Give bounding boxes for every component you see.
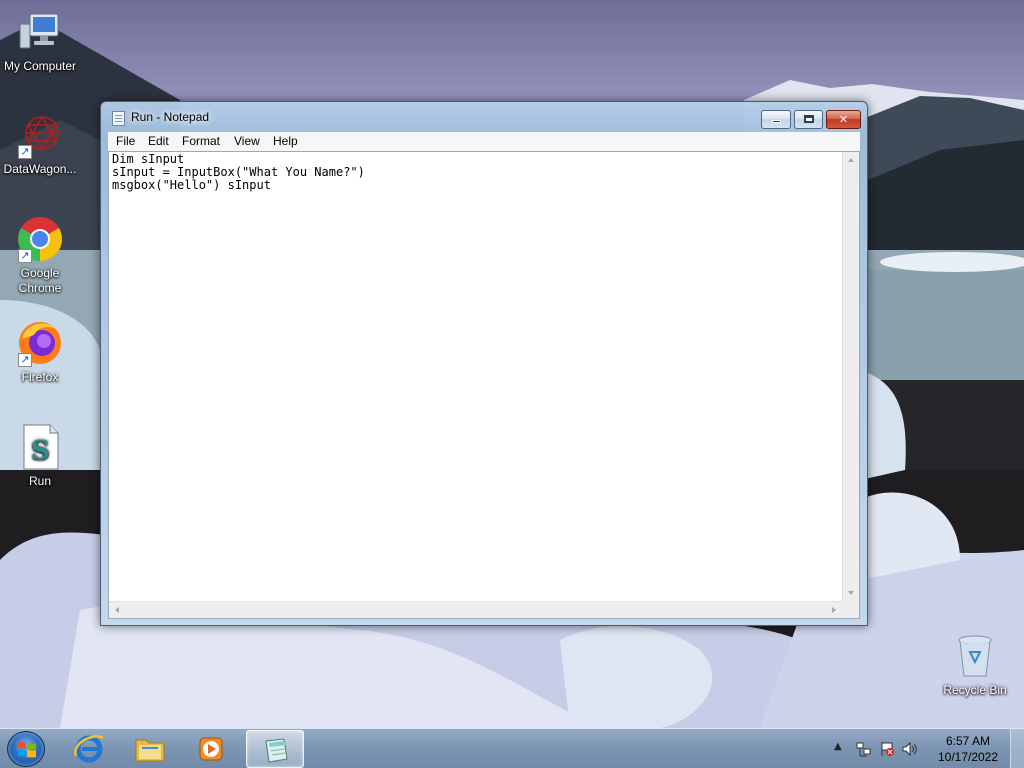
desktop-icon-firefox[interactable]: ↗ Firefox (0, 319, 80, 385)
show-hidden-icons-icon[interactable]: ▲ (834, 741, 850, 757)
menu-format[interactable]: Format (182, 134, 220, 148)
close-button[interactable]: ✕ (826, 110, 861, 129)
taskbar-windows-explorer[interactable] (121, 730, 179, 768)
desktop-icon-label: Recycle Bin (943, 683, 1007, 697)
notepad-icon (112, 111, 125, 126)
desktop-icon-label: My Computer (3, 59, 77, 73)
firefox-icon: ↗ (16, 319, 64, 367)
recycle-bin-icon (951, 632, 999, 680)
menu-view[interactable]: View (234, 134, 260, 148)
desktop-icon-google-chrome[interactable]: ↗ Google Chrome (0, 215, 80, 296)
shortcut-arrow-icon: ↗ (18, 145, 32, 159)
minimize-icon (771, 120, 781, 123)
media-player-icon (195, 734, 227, 764)
desktop-icon-run[interactable]: S Run (0, 423, 80, 489)
minimize-button[interactable] (761, 110, 791, 129)
computer-icon (16, 8, 64, 56)
start-button[interactable] (7, 731, 45, 767)
chrome-icon: ↗ (16, 215, 64, 263)
scroll-down-icon[interactable] (848, 591, 854, 595)
folder-icon (134, 734, 166, 764)
desktop-icon-label: Firefox (21, 370, 59, 384)
clock-date: 10/17/2022 (937, 750, 999, 764)
maximize-icon (803, 115, 814, 123)
notepad-window[interactable]: Run - Notepad ✕ File Edit Format View He… (100, 101, 868, 626)
desktop-icon-label: Run (28, 474, 51, 488)
desktop-icon-datawagon[interactable]: ↗ DataWagon... (0, 111, 80, 177)
datawagon-icon: ↗ (16, 111, 64, 159)
clock-time: 6:57 AM (945, 734, 991, 748)
shortcut-arrow-icon: ↗ (18, 249, 32, 263)
show-desktop-button[interactable] (1010, 729, 1024, 768)
window-title: Run - Notepad (131, 110, 210, 124)
svg-text:S: S (31, 436, 50, 466)
scroll-right-icon[interactable] (832, 607, 836, 613)
maximize-button[interactable] (794, 110, 823, 129)
scroll-up-icon[interactable] (848, 158, 854, 162)
vertical-scrollbar[interactable] (842, 152, 859, 601)
notepad-icon (260, 735, 292, 765)
script-file-icon: S (16, 423, 64, 471)
menu-edit[interactable]: Edit (148, 134, 169, 148)
menu-help[interactable]: Help (273, 134, 298, 148)
scrollbar-corner (842, 601, 859, 618)
horizontal-scrollbar[interactable] (109, 601, 842, 618)
taskbar-internet-explorer[interactable] (60, 730, 118, 768)
close-icon: ✕ (838, 113, 849, 126)
desktop-icon-label: DataWagon... (3, 162, 77, 176)
network-icon[interactable] (856, 741, 872, 757)
ie-icon (73, 734, 105, 764)
taskbar: ▲ 6:57 AM 10/17/2022 (0, 728, 1024, 768)
system-tray: ▲ 6:57 AM 10/17/2022 (834, 729, 1024, 768)
shortcut-arrow-icon: ↗ (18, 353, 32, 367)
text-editor[interactable]: Dim sInput sInput = InputBox("What You N… (108, 151, 860, 619)
desktop-icon-label: Google Chrome (18, 266, 62, 295)
menu-bar: File Edit Format View Help (108, 132, 860, 151)
scroll-left-icon[interactable] (115, 607, 119, 613)
desktop-icon-recycle-bin[interactable]: Recycle Bin (935, 632, 1015, 698)
title-bar[interactable]: Run - Notepad ✕ (101, 102, 867, 132)
desktop-icon-my-computer[interactable]: My Computer (0, 8, 80, 74)
editor-content[interactable]: Dim sInput sInput = InputBox("What You N… (112, 153, 841, 600)
taskbar-notepad[interactable] (246, 730, 304, 768)
volume-icon[interactable] (902, 741, 918, 757)
menu-file[interactable]: File (116, 134, 135, 148)
action-center-flag-icon[interactable] (879, 741, 895, 757)
system-clock[interactable]: 6:57 AM 10/17/2022 (933, 733, 1003, 765)
taskbar-media-player[interactable] (182, 730, 240, 768)
windows-logo-icon (18, 741, 36, 758)
